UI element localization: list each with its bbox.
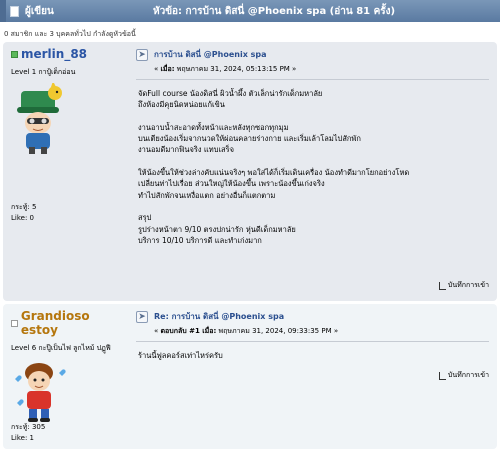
post-content: ➤ การบ้าน ดิสนี่ @Phoenix spa « เมื่อ: พ…	[136, 42, 497, 301]
body-line: ทำไปสักพักจนเหงื่อแตก อย่างอื่นก็แตกตาม	[138, 190, 276, 200]
post-icon: ➤	[136, 311, 148, 323]
online-status-icon	[11, 50, 18, 58]
author-column-header: ผู้เขียน	[25, 5, 54, 17]
post-body: จัดFull course น้องดิสนี่ ผิวน้ำผึ้ง ตัว…	[136, 88, 489, 246]
username-row: merlin_88	[11, 47, 128, 61]
post-1: merlin_88 Level 1 กาปู้เด็กอ่อน กระทู้: …	[3, 42, 497, 301]
report-icon	[438, 371, 446, 380]
like-count: Like: 0	[11, 214, 34, 222]
offline-status-icon	[11, 319, 18, 327]
body-line: ร้านนี้ฟูลคอร์สเท่าไหร่ครับ	[138, 351, 223, 360]
report-link[interactable]: บันทึกการเข้า	[438, 370, 489, 381]
username-link[interactable]: Grandioso estoy	[21, 309, 128, 337]
post-count: กระทู้: 5	[11, 203, 37, 211]
post-subject: ➤ การบ้าน ดิสนี่ @Phoenix spa « เมื่อ: พ…	[136, 48, 489, 75]
meta-on-label: เมื่อ:	[160, 65, 175, 73]
viewers-info: 0 สมาชิก และ 3 บุคคลทั่วไป กำลังดูหัวข้อ…	[4, 30, 136, 38]
body-line: งานอาบน้ำสะอาดทั้งหน้าและหลังทุกซอกทุกมุ…	[138, 122, 289, 132]
report-link[interactable]: บันทึกการเข้า	[438, 280, 489, 291]
poster-info: merlin_88 Level 1 กาปู้เด็กอ่อน กระทู้: …	[3, 42, 136, 301]
like-count: Like: 1	[11, 434, 34, 442]
body-line: สรุป	[138, 213, 152, 223]
post-divider	[136, 79, 489, 80]
post-count: กระทู้: 305	[11, 423, 46, 431]
username-row: Grandioso estoy	[11, 309, 128, 337]
post-date: พฤษภาคม 31, 2024, 09:33:35 PM »	[216, 327, 339, 335]
topic-title: หัวข้อ: การบ้าน ดิสนี่ @Phoenix spa (อ่า…	[153, 5, 396, 17]
body-line: บนเตียงน้องเริ่มจากนวดให้ผ่อนคลายร่างกาย…	[138, 134, 361, 144]
meta-on-label: ตอบกลับ #1 เมื่อ:	[160, 327, 217, 335]
avatar[interactable]	[11, 359, 128, 427]
post-title-link[interactable]: Re: การบ้าน ดิสนี่ @Phoenix spa	[154, 310, 489, 323]
post-title-link[interactable]: การบ้าน ดิสนี่ @Phoenix spa	[154, 48, 489, 61]
poster-stats: กระทู้: 305 Like: 1	[11, 422, 45, 444]
body-line: เปลี่ยนท่าไปเรื่อย ส่วนใหญ่ให้น้องขึ้น เ…	[138, 179, 325, 189]
post-date: พฤษภาคม 31, 2024, 05:13:15 PM »	[174, 65, 297, 73]
post-subject: ➤ Re: การบ้าน ดิสนี่ @Phoenix spa « ตอบก…	[136, 310, 489, 337]
header-corner	[0, 0, 6, 22]
body-line: ถึงห้องมีคุยนิดหน่อยแก้เขิน	[138, 100, 225, 110]
avatar[interactable]	[11, 81, 128, 157]
report-icon	[438, 281, 446, 290]
post-content: ➤ Re: การบ้าน ดิสนี่ @Phoenix spa « ตอบก…	[136, 304, 497, 449]
post-body: ร้านนี้ฟูลคอร์สเท่าไหร่ครับ	[136, 350, 489, 361]
body-line: รูปร่างหน้าตา 9/10 ตรงปกน่ารัก หุ่นดีเด็…	[138, 224, 296, 234]
poster-info: Grandioso estoy Level 6 กะปู๊เป็นไฟ ลูกไ…	[3, 304, 136, 449]
post-meta: « ตอบกลับ #1 เมื่อ: พฤษภาคม 31, 2024, 09…	[154, 325, 489, 337]
member-rank: Level 1 กาปู้เด็กอ่อน	[11, 68, 76, 76]
document-icon	[10, 5, 19, 17]
post-divider	[136, 341, 489, 342]
body-line: จัดFull course น้องดิสนี่ ผิวน้ำผึ้ง ตัว…	[138, 89, 323, 98]
report-label: บันทึกการเข้า	[447, 371, 489, 379]
post-2: Grandioso estoy Level 6 กะปู๊เป็นไฟ ลูกไ…	[3, 304, 497, 449]
body-line: งานอมดีมากฟินจริง แทบเสร็จ	[138, 145, 235, 155]
member-rank: Level 6 กะปู๊เป็นไฟ ลูกไหม้ ปฏูฟี	[11, 344, 111, 352]
poster-stats: กระทู้: 5 Like: 0	[11, 202, 36, 224]
table-header: ผู้เขียน หัวข้อ: การบ้าน ดิสนี่ @Phoenix…	[0, 0, 500, 22]
post-meta: « เมื่อ: พฤษภาคม 31, 2024, 05:13:15 PM »	[154, 63, 489, 75]
report-label: บันทึกการเข้า	[447, 281, 489, 289]
post-icon: ➤	[136, 49, 148, 61]
body-line: ให้น้องขึ้นให้ช่วงล่างคับแน่นจริงๆ พอใส่…	[138, 168, 410, 178]
body-line: บริการ 10/10 บริการดี และทำเก่งมาก	[138, 235, 262, 245]
username-link[interactable]: merlin_88	[21, 47, 87, 61]
